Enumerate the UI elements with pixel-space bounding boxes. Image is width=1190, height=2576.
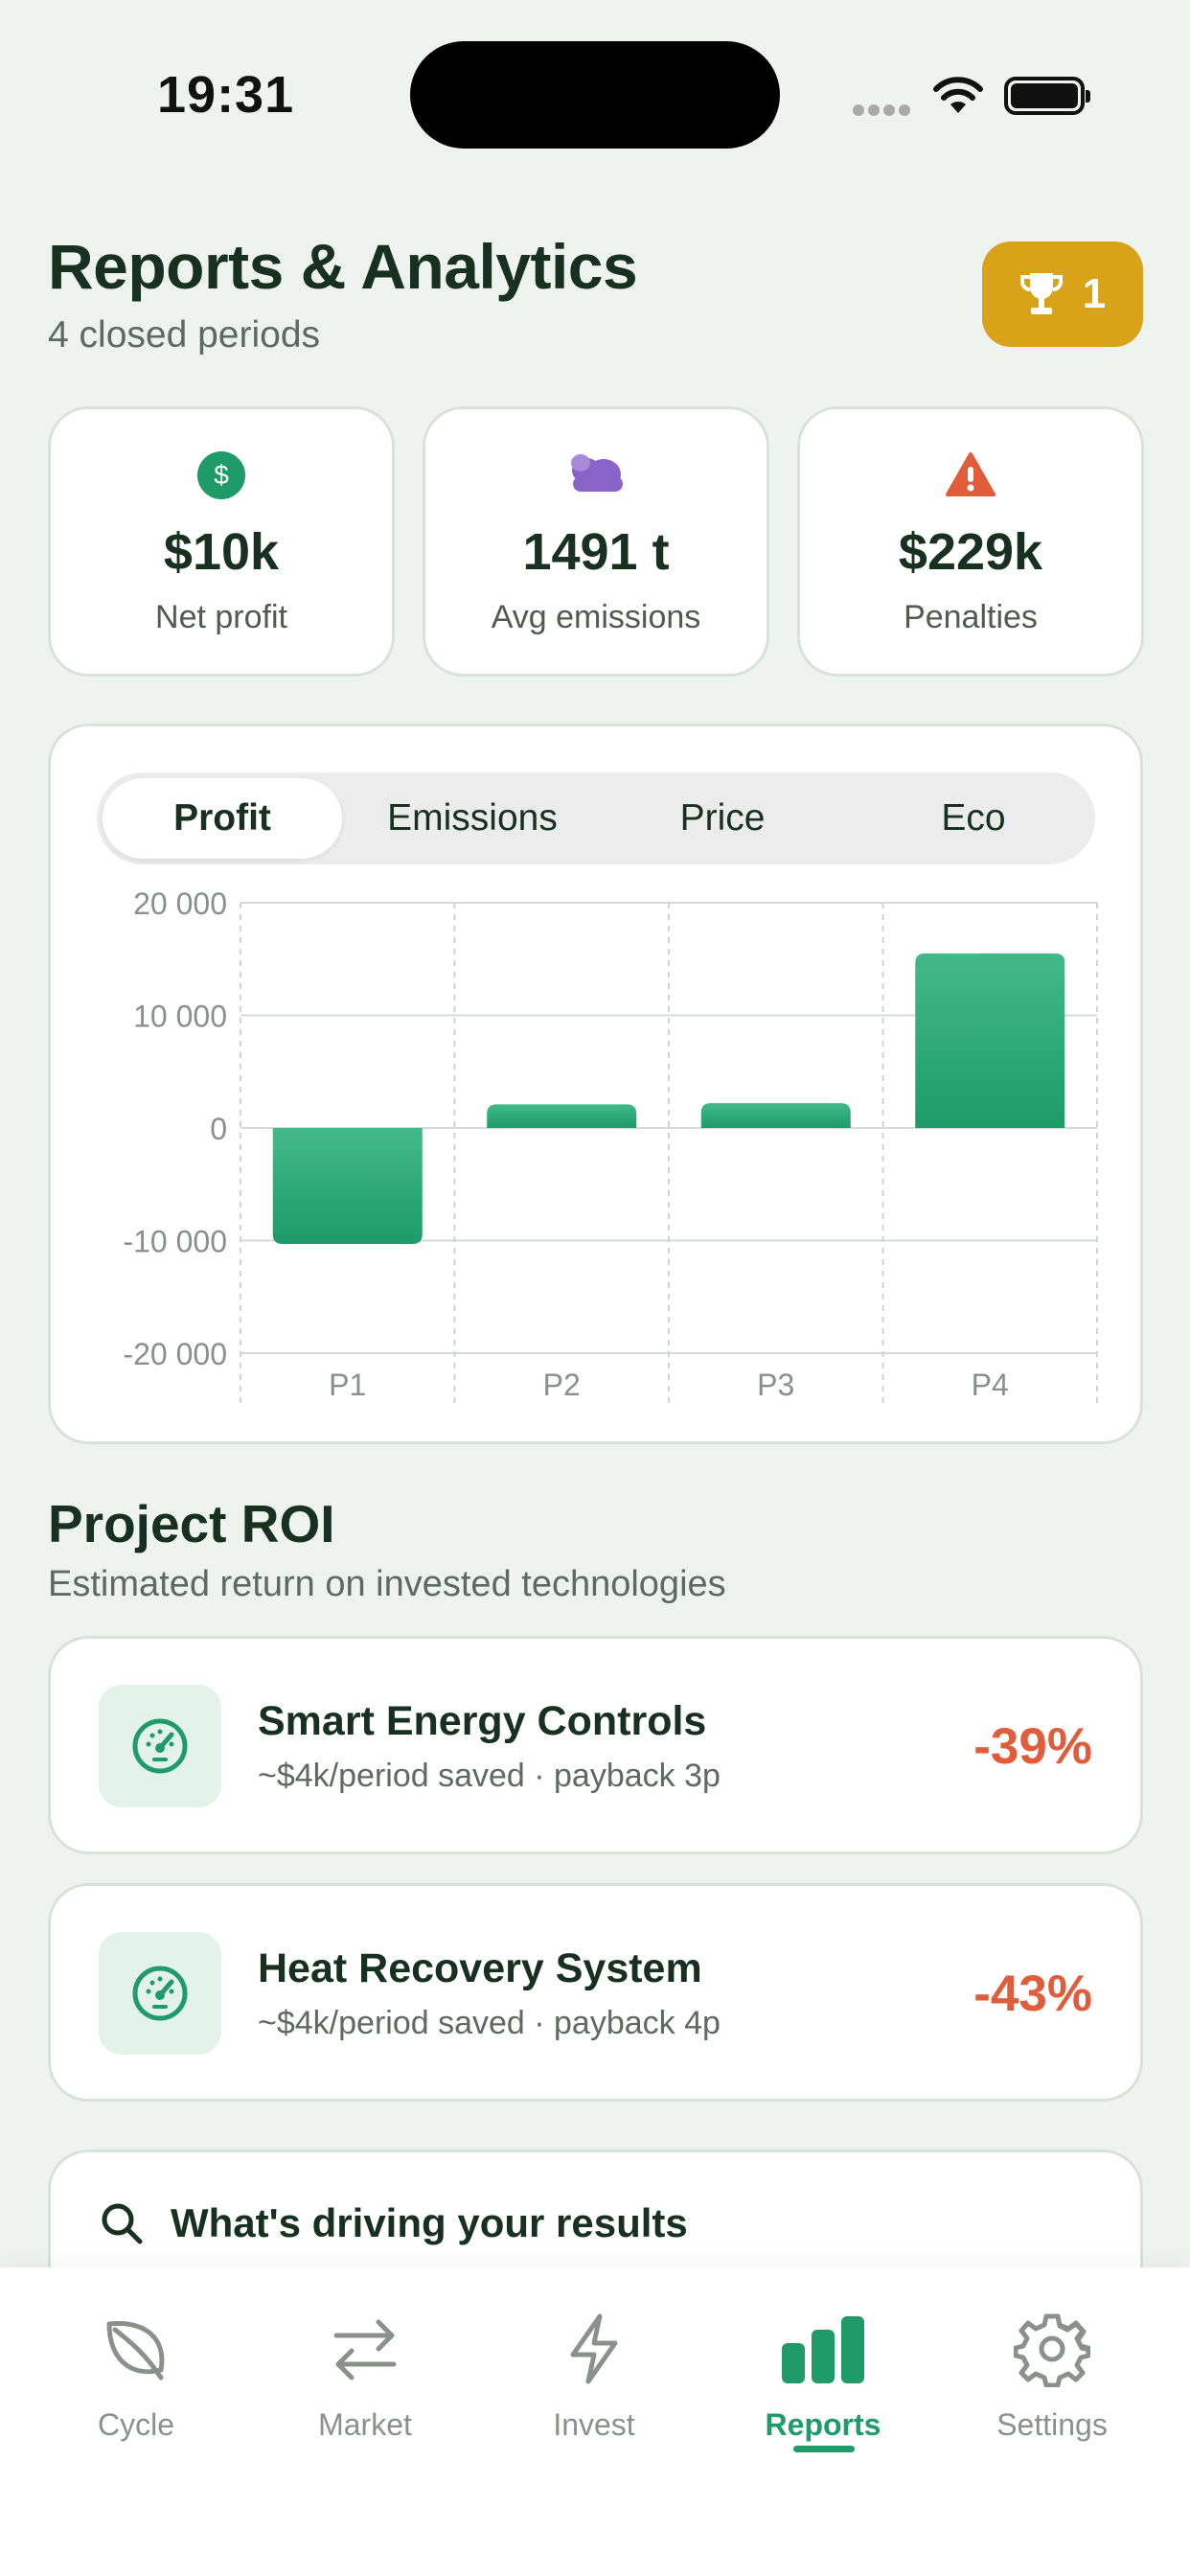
active-tab-indicator — [793, 2446, 855, 2452]
battery-icon — [1004, 77, 1090, 115]
x-tick-label: P3 — [757, 1368, 794, 1402]
gauge-icon — [99, 1685, 221, 1807]
tab-label: Settings — [996, 2407, 1108, 2442]
bar-p4[interactable] — [915, 953, 1065, 1128]
stat-card-net-profit: $ $10k Net profit — [48, 406, 395, 677]
y-tick-label: 10 000 — [133, 1000, 227, 1034]
roi-project-name: Smart Energy Controls — [258, 1698, 707, 1744]
tab-reports[interactable]: Reports — [727, 2306, 919, 2443]
roi-project-name: Heat Recovery System — [258, 1945, 702, 1991]
y-tick-label: -10 000 — [123, 1225, 227, 1259]
roi-card[interactable]: Heat Recovery System ~$4k/period saved ·… — [48, 1883, 1143, 2102]
tab-label: Invest — [553, 2407, 635, 2442]
y-tick-label: 20 000 — [133, 886, 227, 921]
section-title-project-roi: Project ROI — [48, 1494, 335, 1553]
lightning-icon — [570, 2313, 618, 2384]
stat-label: Penalties — [904, 599, 1038, 635]
tab-cycle[interactable]: Cycle — [40, 2306, 232, 2443]
tab-emissions[interactable]: Emissions — [353, 778, 592, 859]
x-tick-label: P1 — [329, 1368, 366, 1402]
cellular-signal-icon — [853, 104, 914, 121]
x-tick-label: P2 — [543, 1368, 581, 1402]
warning-icon — [946, 452, 995, 496]
stat-value: $10k — [163, 523, 280, 581]
y-tick-label: -20 000 — [123, 1337, 227, 1371]
bar-chart-icon — [782, 2316, 864, 2383]
roi-percentage: -43% — [973, 1966, 1092, 2022]
tab-profit[interactable]: Profit — [103, 778, 342, 859]
bar-p2[interactable] — [487, 1104, 637, 1128]
dynamic-island — [410, 41, 780, 149]
y-tick-label: 0 — [210, 1112, 227, 1146]
chart-card: Profit Emissions Price Eco 20 000 10 000 0… — [48, 724, 1143, 1444]
tab-label: Reports — [765, 2407, 881, 2442]
leaf-icon — [106, 2320, 165, 2380]
roi-percentage: -39% — [973, 1718, 1092, 1775]
swap-arrows-icon — [333, 2319, 397, 2380]
roi-project-meta: ~$4k/period saved · payback 3p — [258, 1758, 721, 1794]
tab-invest[interactable]: Invest — [498, 2306, 690, 2443]
trophy-badge[interactable]: 1 — [982, 242, 1143, 347]
stat-card-avg-emissions: 1491 t Avg emissions — [423, 406, 769, 677]
stat-value: $229k — [898, 523, 1043, 581]
tab-price[interactable]: Price — [603, 778, 842, 859]
page-subtitle: 4 closed periods — [48, 314, 321, 356]
gauge-icon — [99, 1932, 221, 2055]
tab-market[interactable]: Market — [269, 2306, 461, 2443]
status-time: 19:31 — [157, 66, 295, 124]
bar-p1[interactable] — [272, 1128, 423, 1245]
stat-card-penalties: $229k Penalties — [797, 406, 1144, 677]
status-bar: 19:31 — [0, 0, 1190, 192]
trophy-icon — [1019, 273, 1063, 314]
profit-bar-chart: 20 000 10 000 0 -10 000 -20 000 P1 P2 P3 P4 — [123, 886, 1098, 1407]
cloud-icon — [571, 454, 623, 492]
stat-label: Net profit — [155, 599, 287, 635]
chart-metric-selector: Profit Emissions Price Eco — [97, 772, 1095, 864]
tab-bar: Cycle Market Invest Reports Settings — [0, 2267, 1190, 2576]
section-subtitle: Estimated return on invested technologie… — [48, 1564, 726, 1604]
trophy-count: 1 — [1082, 270, 1107, 317]
gear-icon — [1014, 2313, 1090, 2387]
page-title: Reports & Analytics — [48, 231, 638, 302]
tab-eco[interactable]: Eco — [854, 778, 1093, 859]
search-icon — [102, 2203, 143, 2244]
bar-p3[interactable] — [700, 1103, 851, 1128]
tab-settings[interactable]: Settings — [956, 2306, 1148, 2443]
tab-label: Market — [318, 2407, 412, 2442]
stat-label: Avg emissions — [491, 599, 701, 635]
wifi-icon — [933, 77, 983, 113]
tab-label: Cycle — [97, 2407, 174, 2442]
dollar-icon: $ — [197, 451, 245, 499]
stat-value: 1491 t — [522, 523, 670, 581]
drivers-title: What's driving your results — [171, 2200, 688, 2245]
roi-card[interactable]: Smart Energy Controls ~$4k/period saved … — [48, 1636, 1143, 1854]
svg-text:$: $ — [214, 460, 229, 490]
roi-project-meta: ~$4k/period saved · payback 4p — [258, 2005, 721, 2041]
x-tick-label: P4 — [972, 1368, 1009, 1402]
